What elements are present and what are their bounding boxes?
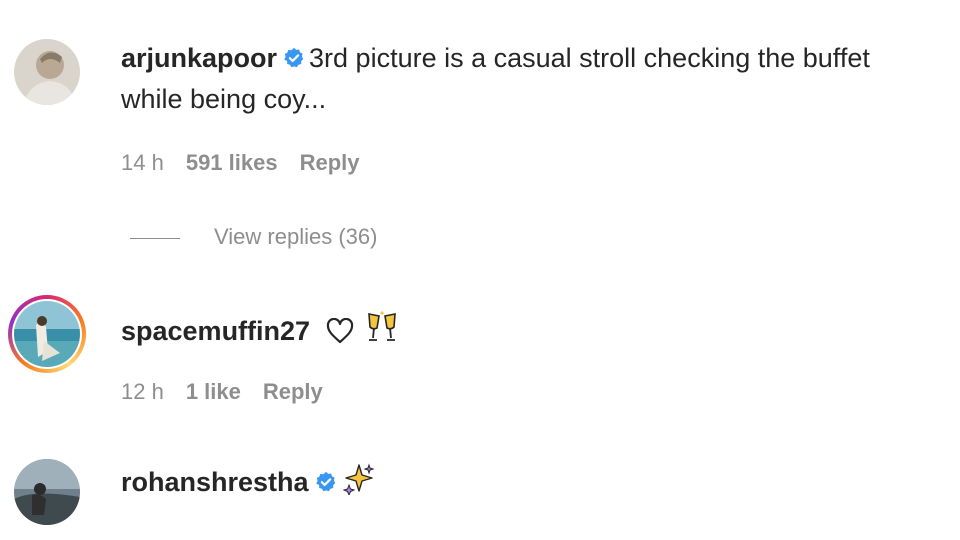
timestamp: 12 h — [121, 379, 164, 404]
verified-badge-icon — [284, 47, 304, 68]
comment-meta: 14 h 591 likes Reply — [121, 150, 382, 176]
comment-line: rohanshrestha — [121, 463, 375, 499]
timestamp: 14 h — [121, 150, 164, 175]
comment-line-1: arjunkapoor 3rd picture is a casual strol… — [121, 41, 870, 75]
view-replies-label: View replies (36) — [214, 224, 378, 249]
comment-meta: 12 h 1 like Reply — [121, 379, 345, 405]
verified-badge-icon — [315, 471, 335, 492]
comment-text: 3rd picture is a casual stroll checking … — [309, 43, 870, 73]
avatar-arjunkapoor[interactable] — [14, 39, 80, 105]
avatar-spacemuffin27 — [14, 301, 80, 367]
likes-count[interactable]: 1 like — [186, 379, 241, 404]
view-replies-button[interactable]: View replies (36) — [130, 224, 377, 250]
clinking-glasses-icon — [368, 311, 396, 341]
username[interactable]: spacemuffin27 — [121, 316, 310, 346]
comment-text-continued: while being coy... — [121, 84, 327, 114]
heart-outline-icon — [326, 318, 353, 344]
comment-line: spacemuffin27 — [121, 310, 399, 348]
username[interactable]: arjunkapoor — [121, 43, 277, 73]
likes-count[interactable]: 591 likes — [186, 150, 278, 175]
avatar-rohanshrestha[interactable] — [14, 459, 80, 525]
divider-line — [130, 237, 180, 239]
sparkles-icon — [342, 463, 375, 495]
username[interactable]: rohanshrestha — [121, 467, 309, 497]
reply-button[interactable]: Reply — [263, 379, 323, 404]
reply-button[interactable]: Reply — [300, 150, 360, 175]
story-ring[interactable] — [8, 295, 86, 373]
